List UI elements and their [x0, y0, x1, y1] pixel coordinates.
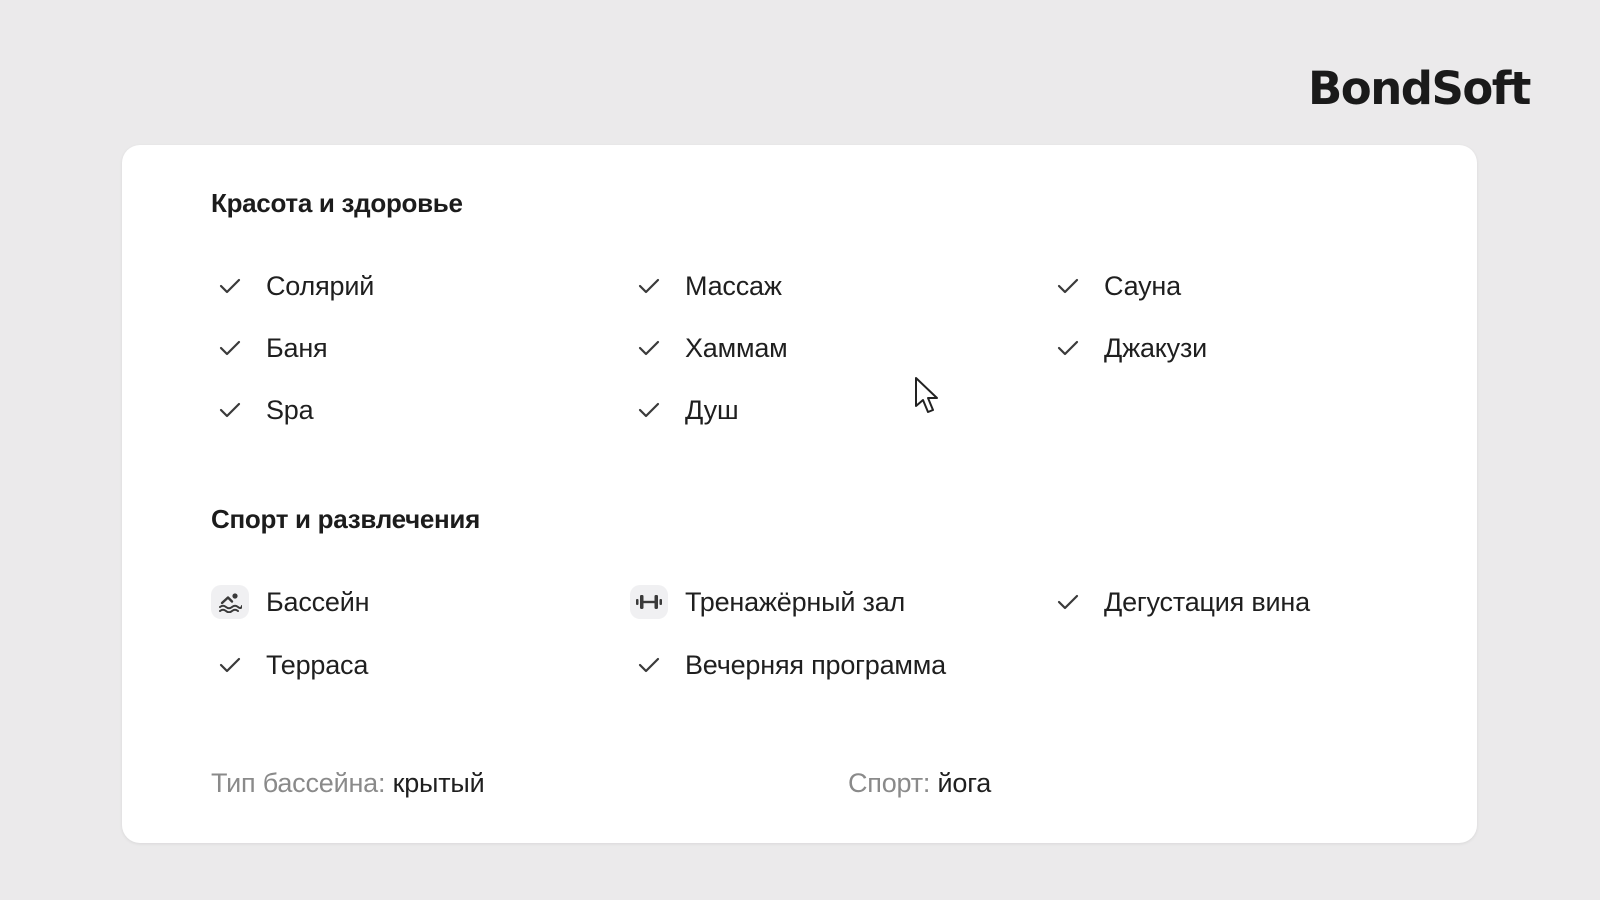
check-icon [1049, 269, 1087, 303]
check-icon [630, 331, 668, 365]
check-icon [211, 269, 249, 303]
feature-item: Джакузи [1049, 331, 1207, 365]
feature-label: Дегустация вина [1104, 586, 1310, 617]
feature-label: Spa [266, 394, 314, 425]
mouse-cursor-icon [915, 377, 938, 413]
feature-item: Массаж [630, 269, 782, 303]
feature-item: Баня [211, 331, 328, 365]
feature-label: Бассейн [266, 586, 370, 617]
amenities-card: Красота и здоровье Солярий Массаж Сауна … [122, 145, 1477, 843]
feature-label: Джакузи [1104, 332, 1208, 363]
feature-item: Хаммам [630, 331, 788, 365]
check-icon [630, 393, 668, 427]
sport-value: йога [937, 768, 992, 798]
swimmer-icon [211, 585, 249, 619]
feature-item: Spa [211, 393, 314, 427]
check-icon [211, 393, 249, 427]
feature-label: Вечерняя программа [685, 649, 946, 680]
feature-label: Душ [685, 394, 739, 425]
feature-label: Терраса [266, 649, 369, 680]
feature-label: Массаж [685, 270, 782, 301]
feature-label: Баня [266, 332, 328, 363]
check-icon [630, 648, 668, 682]
feature-label: Тренажёрный зал [685, 586, 906, 617]
dumbbell-icon [630, 585, 668, 619]
pool-type-info: Тип бассейна: крытый [211, 768, 485, 799]
sport-info: Спорт: йога [848, 768, 991, 799]
feature-item: Солярий [211, 269, 374, 303]
feature-item: Бассейн [211, 585, 370, 619]
feature-item: Терраса [211, 648, 368, 682]
feature-item: Дегустация вина [1049, 585, 1310, 619]
feature-item: Душ [630, 393, 739, 427]
check-icon [1049, 331, 1087, 365]
check-icon [211, 331, 249, 365]
check-icon [211, 648, 249, 682]
feature-label: Хаммам [685, 332, 788, 363]
feature-item: Тренажёрный зал [630, 585, 905, 619]
sport-key: Спорт: [848, 768, 931, 798]
brand-logo: BondSoft [1308, 62, 1531, 115]
section-title-sport-entertainment: Спорт и развлечения [211, 504, 480, 534]
feature-label: Солярий [266, 270, 375, 301]
check-icon [630, 269, 668, 303]
feature-item: Вечерняя программа [630, 648, 946, 682]
feature-item: Сауна [1049, 269, 1181, 303]
pool-type-value: крытый [392, 768, 485, 798]
check-icon [1049, 585, 1087, 619]
feature-label: Сауна [1104, 270, 1181, 301]
pool-type-key: Тип бассейна: [211, 768, 386, 798]
section-title-beauty-health: Красота и здоровье [211, 188, 463, 218]
